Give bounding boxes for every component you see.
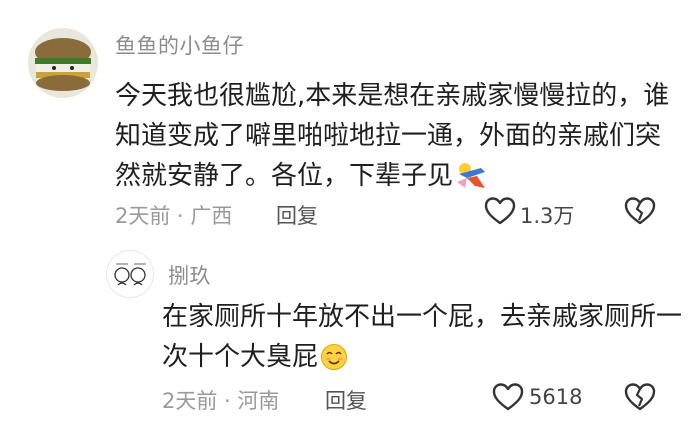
comment-like-count: 1.3万 [520,204,575,228]
comment-time: 2天前 [115,204,171,228]
broken-heart-icon [624,383,656,411]
avatar[interactable] [28,28,98,98]
reply-location: 河南 [237,389,280,413]
meta-separator: · [170,204,191,228]
smiling-emoji-icon [320,343,348,383]
reply-reply-button[interactable]: 回复 [325,385,367,415]
reply-body: 在家厕所十年放不出一个屁，去亲戚家厕所一次十个大臭屁 [162,302,683,372]
heart-icon [492,383,524,411]
reply-like-button[interactable] [492,382,524,416]
sketch-avatar-image [107,251,153,297]
heart-icon [484,197,516,225]
comment-meta: 2天前 · 广西 [115,200,232,230]
reply-username[interactable]: 捌玖 [168,260,211,290]
comment-like-button[interactable] [484,196,516,230]
reply-meta: 2天前 · 河南 [162,385,279,415]
comment-dislike-button[interactable] [624,196,656,230]
reply-text: 在家厕所十年放不出一个屁，去亲戚家厕所一次十个大臭屁 [162,297,682,383]
reply-avatar[interactable] [106,250,154,298]
comment-text: 今天我也很尴尬,本来是想在亲戚家慢慢拉的，谁知道变成了噼里啪啦地拉一通，外面的亲… [115,76,675,202]
comment-reply-button[interactable]: 回复 [276,200,318,230]
comment-username[interactable]: 鱼鱼的小鱼仔 [115,30,244,60]
reply-dislike-button[interactable] [624,382,656,416]
reply-time: 2天前 [162,389,218,413]
comment-location: 广西 [190,204,233,228]
meta-separator: · [217,389,238,413]
reply-like-count: 5618 [529,385,583,409]
burger-avatar-image [28,28,98,98]
broken-heart-icon [624,197,656,225]
comment-body: 今天我也很尴尬,本来是想在亲戚家慢慢拉的，谁知道变成了噼里啪啦地拉一通，外面的亲… [115,81,670,191]
